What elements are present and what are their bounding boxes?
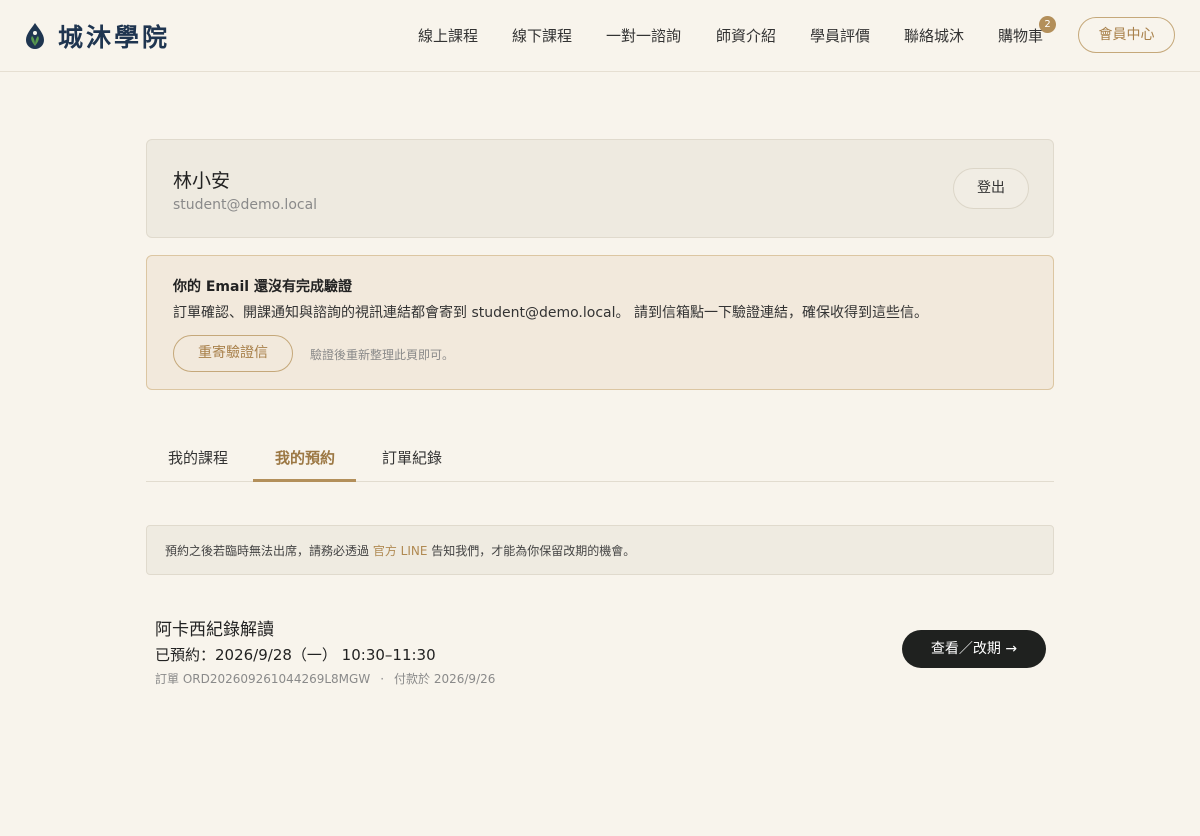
resend-verification-button[interactable]: 重寄驗證信 xyxy=(173,335,293,372)
booking-title: 阿卡西紀錄解讀 xyxy=(155,620,274,640)
nav-consultation[interactable]: 一對一諮詢 xyxy=(606,25,681,46)
member-center-button[interactable]: 會員中心 xyxy=(1078,17,1175,53)
profile-email: student@demo.local xyxy=(173,197,318,213)
nav-cart[interactable]: 購物車 xyxy=(998,25,1043,46)
nav-online-courses[interactable]: 線上課程 xyxy=(418,25,478,46)
verify-title: 你的 Email 還沒有完成驗證 xyxy=(173,279,352,295)
cart-count-badge: 2 xyxy=(1039,16,1056,33)
notice-text-before: 預約之後若臨時無法出席，請務必透過 xyxy=(165,544,373,558)
logout-button[interactable]: 登出 xyxy=(953,168,1029,209)
tab-order-history[interactable]: 訂單紀錄 xyxy=(382,447,442,468)
brand-name: 城沐學院 xyxy=(58,23,171,52)
notice-text-after: 告知我們，才能為你保留改期的機會。 xyxy=(427,544,636,558)
nav-teachers[interactable]: 師資介紹 xyxy=(716,25,776,46)
email-verify-card: 你的 Email 還沒有完成驗證 訂單確認、開課通知與諮詢的視訊連結都會寄到 s… xyxy=(146,255,1054,390)
profile-card: 林小安 student@demo.local 登出 xyxy=(146,139,1054,238)
official-line-link[interactable]: 官方 LINE xyxy=(373,544,428,558)
booking-meta: 訂單 ORD202609261044269L8MGW · 付款於 2026/9/26 xyxy=(155,670,495,687)
logo-drop-icon xyxy=(26,23,44,49)
nav-contact[interactable]: 聯絡城沐 xyxy=(904,25,964,46)
tab-my-bookings[interactable]: 我的預約 xyxy=(275,447,335,468)
brand-logo[interactable]: 城沐學院 xyxy=(24,18,170,54)
booking-paid-date: 付款於 2026/9/26 xyxy=(394,672,496,686)
view-reschedule-button[interactable]: 查看／改期 → xyxy=(902,630,1046,668)
notice-text: 預約之後若臨時無法出席，請務必透過 官方 LINE 告知我們，才能為你保留改期的… xyxy=(165,542,635,559)
booking-time: 已預約：2026/9/28（一） 10:30–11:30 xyxy=(155,646,436,664)
nav-offline-courses[interactable]: 線下課程 xyxy=(512,25,572,46)
meta-separator: · xyxy=(380,672,385,686)
tab-my-courses[interactable]: 我的課程 xyxy=(168,447,228,468)
verify-description: 訂單確認、開課通知與諮詢的視訊連結都會寄到 student@demo.local… xyxy=(173,305,928,321)
active-tab-indicator xyxy=(253,479,356,482)
booking-notice: 預約之後若臨時無法出席，請務必透過 官方 LINE 告知我們，才能為你保留改期的… xyxy=(146,525,1054,575)
booking-order-number: 訂單 ORD202609261044269L8MGW xyxy=(155,672,371,686)
nav-reviews[interactable]: 學員評價 xyxy=(810,25,870,46)
site-header: 城沐學院 線上課程 線下課程 一對一諮詢 師資介紹 學員評價 聯絡城沐 購物車 … xyxy=(0,0,1200,72)
profile-name: 林小安 xyxy=(173,170,231,192)
verify-hint: 驗證後重新整理此頁即可。 xyxy=(310,348,455,362)
